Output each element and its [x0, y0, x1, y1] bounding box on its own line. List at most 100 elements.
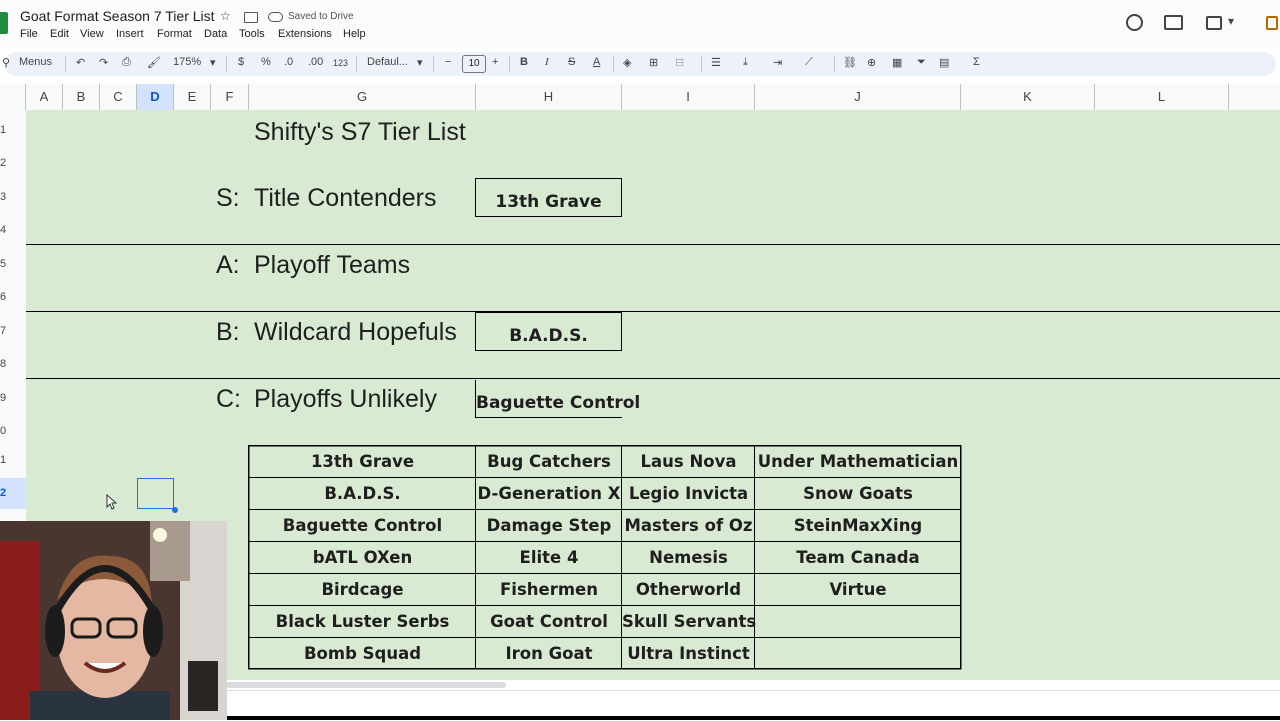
team-cell[interactable]: Birdcage: [249, 574, 476, 606]
team-cell[interactable]: [755, 638, 961, 670]
print-icon[interactable]: ⎙: [122, 56, 131, 69]
decrease-decimal-button[interactable]: .0: [284, 56, 293, 68]
menu-edit[interactable]: Edit: [50, 28, 69, 40]
column-header-f[interactable]: F: [211, 84, 249, 110]
row-header-7[interactable]: 7: [0, 325, 26, 337]
team-cell[interactable]: Iron Goat: [476, 638, 622, 670]
team-cell[interactable]: Legio Invicta: [622, 478, 755, 510]
team-cell[interactable]: Bug Catchers: [476, 446, 622, 478]
menu-data[interactable]: Data: [204, 28, 227, 40]
column-header-d[interactable]: D: [137, 84, 174, 110]
team-cell[interactable]: Team Canada: [755, 542, 961, 574]
tier-s-team-cell[interactable]: 13th Grave: [475, 178, 622, 217]
redo-icon[interactable]: ↷: [99, 56, 108, 69]
column-header-j[interactable]: J: [755, 84, 961, 110]
column-header-g[interactable]: G: [249, 84, 476, 110]
menu-help[interactable]: Help: [343, 28, 366, 40]
row-header-11[interactable]: 1: [0, 454, 26, 466]
menu-file[interactable]: File: [20, 28, 38, 40]
team-cell[interactable]: Black Luster Serbs: [249, 606, 476, 638]
vertical-align-icon[interactable]: ⤓: [743, 56, 748, 69]
team-cell[interactable]: Elite 4: [476, 542, 622, 574]
decrease-font-size-button[interactable]: −: [445, 56, 451, 68]
filter-views-icon[interactable]: ▤: [939, 56, 949, 69]
column-header-i[interactable]: I: [622, 84, 755, 110]
team-cell[interactable]: D-Generation X: [476, 478, 622, 510]
functions-button[interactable]: Σ: [973, 56, 980, 68]
column-header-a[interactable]: A: [26, 84, 63, 110]
team-cell[interactable]: Snow Goats: [755, 478, 961, 510]
version-history-icon[interactable]: [1126, 14, 1143, 31]
menus-search[interactable]: Menus: [19, 56, 52, 68]
italic-button[interactable]: I: [545, 56, 549, 68]
selected-cell[interactable]: [137, 478, 174, 509]
font-chevron-icon[interactable]: ▾: [417, 56, 423, 69]
team-cell[interactable]: Ultra Instinct: [622, 638, 755, 670]
font-size-input[interactable]: 10: [462, 55, 486, 73]
borders-icon[interactable]: ⊞: [649, 56, 658, 69]
team-cell[interactable]: Laus Nova: [622, 446, 755, 478]
team-cell[interactable]: bATL OXen: [249, 542, 476, 574]
row-header-8[interactable]: 8: [0, 358, 26, 370]
fill-handle[interactable]: [172, 507, 178, 513]
undo-icon[interactable]: ↶: [76, 56, 85, 69]
merge-cells-icon[interactable]: ⊟: [675, 56, 684, 69]
menu-format[interactable]: Format: [157, 28, 192, 40]
menu-insert[interactable]: Insert: [116, 28, 144, 40]
font-select[interactable]: Defaul...: [367, 56, 408, 68]
team-cell[interactable]: SteinMaxXing: [755, 510, 961, 542]
team-cell[interactable]: Fishermen: [476, 574, 622, 606]
increase-decimal-button[interactable]: .00: [308, 56, 323, 68]
tier-c-team-cell[interactable]: Baguette Control: [475, 380, 640, 418]
row-header-1[interactable]: 1: [0, 124, 26, 136]
filter-icon[interactable]: ⏷: [917, 56, 926, 69]
column-header-b[interactable]: B: [63, 84, 100, 110]
team-cell[interactable]: 13th Grave: [249, 446, 476, 478]
row-header-10[interactable]: 0: [0, 425, 26, 437]
team-cell[interactable]: Damage Step: [476, 510, 622, 542]
insert-chart-icon[interactable]: ▦: [892, 56, 902, 69]
column-header-k[interactable]: K: [961, 84, 1095, 110]
select-all-corner[interactable]: [0, 84, 26, 110]
strikethrough-button[interactable]: S: [568, 56, 575, 68]
row-header-6[interactable]: 6: [0, 291, 26, 303]
share-lock-icon[interactable]: [1266, 16, 1278, 30]
horizontal-align-icon[interactable]: ☰: [711, 56, 721, 69]
row-header-5[interactable]: 5: [0, 258, 26, 270]
team-cell[interactable]: Virtue: [755, 574, 961, 606]
column-header-e[interactable]: E: [174, 84, 211, 110]
currency-format-button[interactable]: $: [238, 56, 244, 68]
team-cell[interactable]: Nemesis: [622, 542, 755, 574]
meet-dropdown-chevron-icon[interactable]: ▾: [1228, 14, 1234, 28]
percent-format-button[interactable]: %: [261, 56, 271, 68]
row-header-12[interactable]: 2: [0, 478, 26, 509]
team-cell[interactable]: Masters of Oz: [622, 510, 755, 542]
column-header-l[interactable]: L: [1095, 84, 1229, 110]
sheets-logo-icon[interactable]: [0, 12, 8, 34]
column-header-c[interactable]: C: [100, 84, 137, 110]
move-folder-icon[interactable]: [244, 12, 258, 23]
zoom-chevron-icon[interactable]: ▾: [210, 56, 216, 69]
insert-comment-icon[interactable]: ⊕: [867, 56, 876, 69]
team-cell[interactable]: Bomb Squad: [249, 638, 476, 670]
menu-tools[interactable]: Tools: [239, 28, 265, 40]
comments-icon[interactable]: [1164, 15, 1183, 30]
search-icon[interactable]: ⚲: [2, 56, 10, 69]
row-header-4[interactable]: 4: [0, 224, 26, 236]
horizontal-scrollbar-thumb[interactable]: [226, 682, 506, 688]
text-color-button[interactable]: A: [593, 56, 600, 68]
insert-link-icon[interactable]: ⛓: [843, 56, 857, 69]
team-cell[interactable]: Otherworld: [622, 574, 755, 606]
team-cell[interactable]: Skull Servants: [622, 606, 756, 638]
menu-extensions[interactable]: Extensions: [278, 28, 332, 40]
zoom-select[interactable]: 175%: [173, 56, 201, 68]
menu-view[interactable]: View: [80, 28, 104, 40]
team-cell[interactable]: [755, 606, 961, 638]
meet-icon[interactable]: [1206, 16, 1222, 30]
row-header-2[interactable]: 2: [0, 157, 26, 169]
column-header-h[interactable]: H: [476, 84, 622, 110]
fill-color-icon[interactable]: ◈: [623, 56, 631, 69]
team-cell[interactable]: B.A.D.S.: [249, 478, 476, 510]
text-wrapping-icon[interactable]: ⇥: [773, 56, 782, 69]
row-header-9[interactable]: 9: [0, 392, 26, 404]
